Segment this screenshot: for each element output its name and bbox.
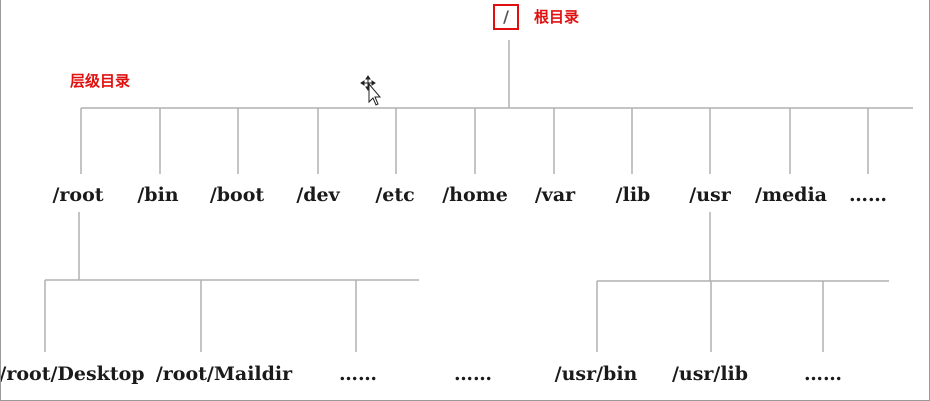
dir-root-desktop: /root/Desktop xyxy=(0,363,145,385)
dir-boot: /boot xyxy=(209,184,265,206)
dir-root: /root xyxy=(52,184,104,206)
root-directory-node: / xyxy=(493,4,519,30)
dir-usr-more-ellipsis: …… xyxy=(804,363,842,385)
dir-home: /home xyxy=(442,184,508,206)
dir-usr-lib: /usr/lib xyxy=(671,363,749,385)
move-cursor-icon xyxy=(360,75,382,106)
dir-more-ellipsis-2: …… xyxy=(454,363,492,385)
dir-root-more-ellipsis: …… xyxy=(339,363,377,385)
dir-var: /var xyxy=(534,184,576,206)
dir-bin: /bin xyxy=(137,184,179,206)
directory-tree-diagram: / 根目录 层级目录 /root /bin /boot /dev /etc /h… xyxy=(0,0,930,401)
dir-usr: /usr xyxy=(689,184,731,206)
root-directory-annotation: 根目录 xyxy=(534,8,580,26)
dir-dev: /dev xyxy=(296,184,340,206)
dir-usr-bin: /usr/bin xyxy=(554,363,638,385)
dir-root-maildir: /root/Maildir xyxy=(155,363,293,385)
dir-more-ellipsis: …… xyxy=(849,184,887,206)
level-directory-annotation: 层级目录 xyxy=(70,72,131,90)
dir-etc: /etc xyxy=(375,184,415,206)
dir-lib: /lib xyxy=(615,184,651,206)
dir-media: /media xyxy=(755,184,827,206)
